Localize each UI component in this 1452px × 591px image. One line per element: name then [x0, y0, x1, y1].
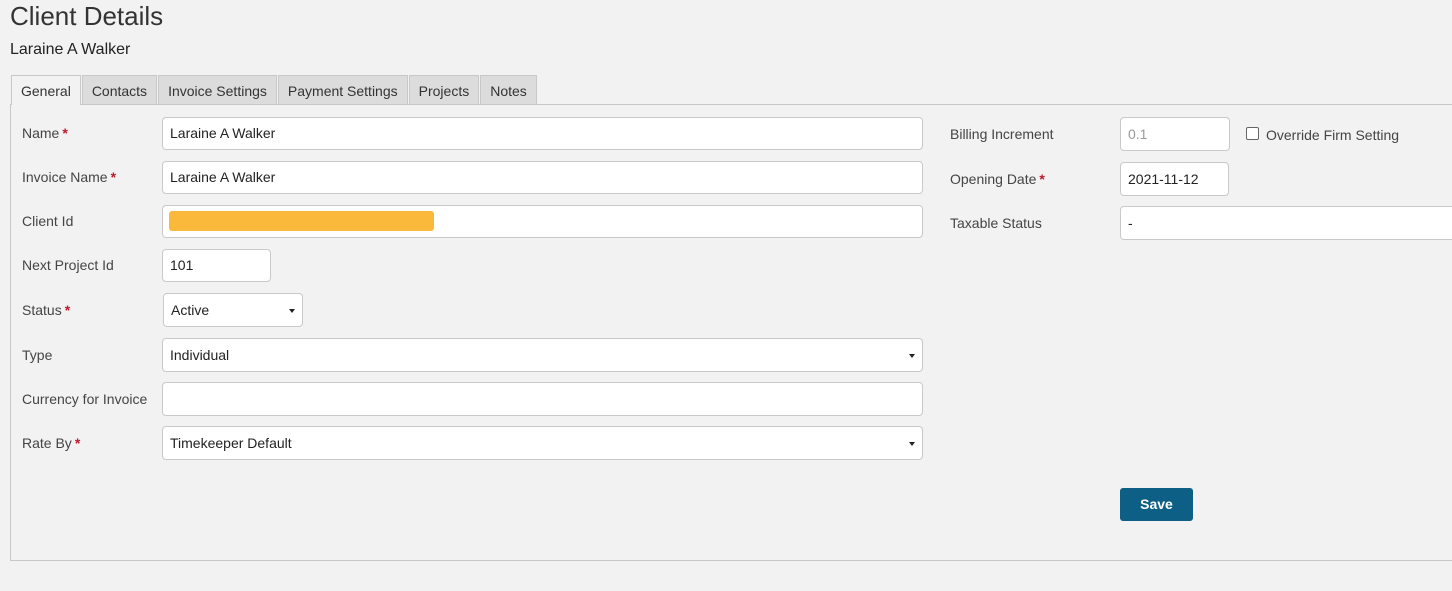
name-label: Name * — [22, 123, 68, 143]
status-label: Status * — [22, 300, 70, 320]
required-marker: * — [64, 302, 71, 318]
taxable-status-input[interactable]: - — [1120, 206, 1452, 240]
name-input[interactable]: Laraine A Walker — [162, 117, 923, 150]
type-label: Type — [22, 347, 53, 363]
name-label-text: Name — [22, 125, 60, 141]
client-name-heading: Laraine A Walker — [10, 41, 131, 58]
billing-increment-label: Billing Increment — [950, 126, 1054, 142]
tab-bar: General Contacts Invoice Settings Paymen… — [11, 75, 538, 105]
client-id-label: Client Id — [22, 213, 74, 229]
currency-label: Currency for Invoice — [22, 391, 148, 407]
rate-by-select[interactable]: Timekeeper Default — [162, 426, 923, 460]
save-button[interactable]: Save — [1120, 488, 1193, 521]
tab-general[interactable]: General — [11, 75, 81, 105]
required-marker: * — [62, 125, 68, 141]
opening-date-label: Opening Date * — [950, 169, 1045, 189]
type-select[interactable]: Individual — [162, 338, 923, 372]
opening-date-input[interactable]: 2021-11-12 — [1120, 162, 1229, 196]
page-title: Client Details — [10, 1, 164, 31]
tab-projects[interactable]: Projects — [408, 75, 480, 104]
billing-increment-input[interactable]: 0.1 — [1120, 117, 1230, 151]
tab-invoice-settings[interactable]: Invoice Settings — [158, 75, 277, 104]
caret-down-icon — [909, 442, 915, 446]
opening-date-label-text: Opening Date — [950, 171, 1037, 187]
redaction-mark — [169, 211, 434, 231]
required-marker: * — [110, 169, 117, 185]
status-select[interactable]: Active — [163, 293, 303, 327]
tab-notes[interactable]: Notes — [480, 75, 537, 104]
invoice-name-label-text: Invoice Name — [22, 169, 108, 185]
caret-down-icon — [289, 309, 295, 313]
override-firm-setting-label: Override Firm Setting — [1266, 127, 1400, 143]
rate-by-label-text: Rate By — [22, 435, 72, 451]
client-id-input[interactable] — [162, 205, 923, 238]
status-label-text: Status — [22, 302, 62, 318]
taxable-status-label: Taxable Status — [950, 215, 1042, 231]
type-select-value: Individual — [170, 347, 230, 363]
invoice-name-label: Invoice Name * — [22, 167, 116, 187]
override-firm-setting-checkbox[interactable] — [1246, 127, 1259, 140]
required-marker: * — [1039, 171, 1045, 187]
currency-input[interactable] — [162, 382, 923, 416]
invoice-name-input[interactable]: Laraine A Walker — [162, 161, 923, 194]
required-marker: * — [74, 435, 81, 451]
tab-payment-settings[interactable]: Payment Settings — [277, 75, 408, 104]
next-project-id-input[interactable]: 101 — [162, 249, 271, 282]
rate-by-label: Rate By * — [22, 433, 80, 453]
next-project-id-label: Next Project Id — [22, 257, 114, 273]
caret-down-icon — [909, 354, 915, 358]
rate-by-select-value: Timekeeper Default — [170, 435, 292, 451]
tab-contacts[interactable]: Contacts — [81, 75, 158, 104]
status-select-value: Active — [171, 302, 210, 318]
